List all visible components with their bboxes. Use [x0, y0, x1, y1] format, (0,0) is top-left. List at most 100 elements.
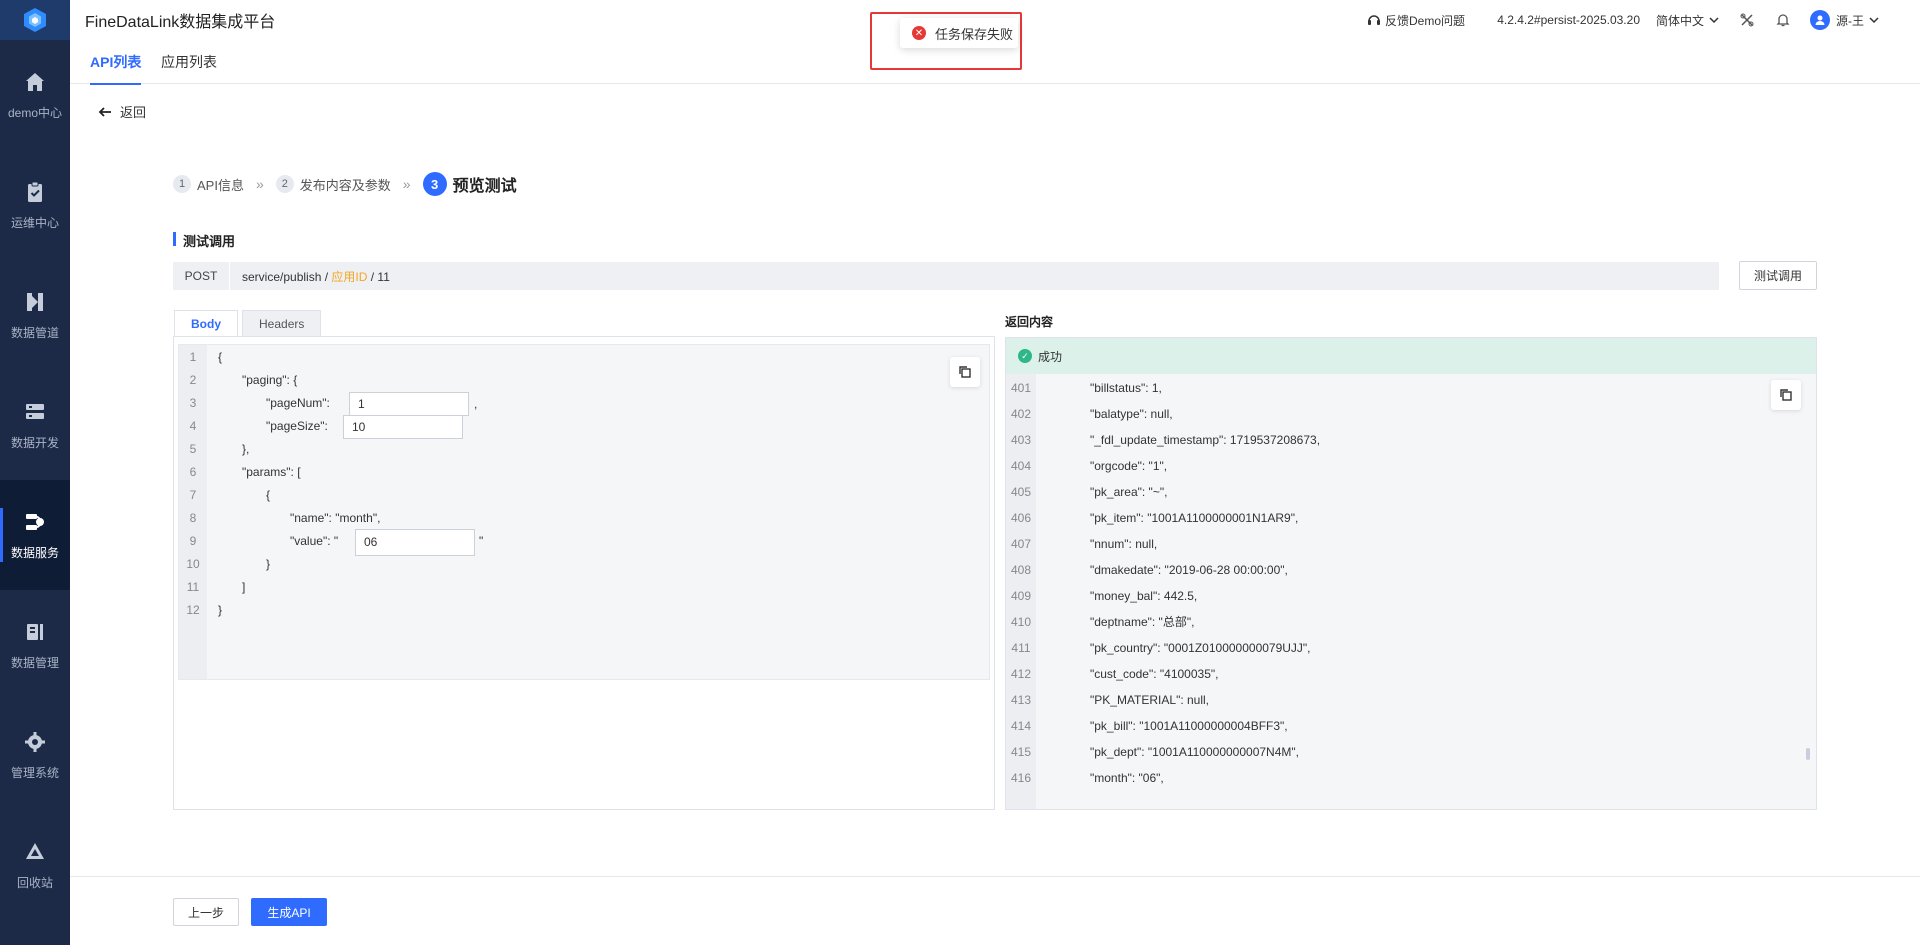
check-circle-icon: ✓	[1018, 349, 1032, 363]
code-line: 407 "nnum": null,	[1006, 531, 1816, 557]
line-number: 11	[186, 579, 200, 594]
step-indicator: 1 API信息 » 2 发布内容及参数 » 3 预览测试	[173, 172, 517, 196]
line-number: 3	[189, 395, 197, 410]
back-button[interactable]: 返回	[98, 102, 146, 121]
bell-icon[interactable]	[1773, 10, 1793, 30]
request-url: service/publish / 应用ID / 11	[230, 268, 390, 285]
line-number: 409	[1010, 589, 1032, 603]
step-number: 3	[422, 172, 447, 196]
tab-body[interactable]: Body	[174, 310, 238, 336]
sidebar-item-recycle[interactable]: 回收站	[0, 810, 70, 920]
url-suffix: / 11	[370, 269, 390, 284]
tab-app-list[interactable]: 应用列表	[161, 40, 217, 84]
sidebar-item-data-dev[interactable]: 数据开发	[0, 370, 70, 480]
line-number: 415	[1010, 745, 1032, 759]
code-text: "params": [	[242, 464, 301, 479]
sidebar-item-label: 数据开发	[10, 435, 59, 450]
user-name: 源-王	[1836, 13, 1864, 28]
avatar	[1810, 10, 1830, 30]
code-text: "orgcode": "1",	[1090, 459, 1168, 473]
sidebar-item-data-manage[interactable]: 数据管理	[0, 590, 70, 700]
page-num-input[interactable]: 1	[349, 392, 469, 416]
clipboard-check-icon	[23, 180, 47, 204]
tab-headers[interactable]: Headers	[242, 310, 322, 336]
app-logo[interactable]	[0, 0, 70, 40]
prev-step-button[interactable]: 上一步	[173, 898, 239, 926]
code-text: "pk_country": "0001Z010000000079UJJ",	[1090, 641, 1311, 655]
chevron-down-icon	[1709, 17, 1719, 24]
sidebar-item-data-service[interactable]: 数据服务	[0, 480, 70, 590]
response-code-view[interactable]: 401 "billstatus": 1, 402 "balatype": null,…	[1006, 374, 1816, 809]
line-number: 405	[1010, 485, 1032, 499]
generate-api-button[interactable]: 生成API	[251, 898, 327, 926]
response-status-bar: ✓ 成功	[1006, 338, 1816, 374]
url-prefix: service/publish /	[242, 269, 329, 284]
code-text: },	[242, 441, 250, 456]
code-line: 409 "money_bal": 442.5,	[1006, 583, 1816, 609]
step-api-info[interactable]: 1 API信息	[173, 175, 244, 194]
step-number: 1	[173, 175, 191, 193]
sidebar-item-system[interactable]: 管理系统	[0, 700, 70, 810]
copy-icon	[1780, 389, 1792, 401]
tab-api-list[interactable]: API列表	[90, 40, 142, 85]
user-menu[interactable]: 源-王	[1810, 10, 1880, 30]
line-number: 413	[1010, 693, 1032, 707]
sidebar-item-label: 运维中心	[10, 215, 59, 230]
sidebar-item-label: 数据管理	[10, 655, 59, 670]
error-icon: ✕	[912, 26, 926, 40]
code-line: 402 "balatype": null,	[1006, 401, 1816, 427]
sidebar-item-label: 回收站	[16, 875, 53, 890]
step-publish-params[interactable]: 2 发布内容及参数	[275, 175, 391, 194]
server-icon	[23, 400, 47, 424]
feedback-label: 反馈Demo问题	[1384, 13, 1465, 28]
body-editor: 1 { 2 "paging": { 3 "pageNum": 1 , 4 "pa…	[178, 344, 990, 680]
logo-icon	[24, 8, 46, 32]
main-tabs: API列表 应用列表	[70, 40, 1920, 85]
code-line: 406 "pk_item": "1001A1100000001N1AR9",	[1006, 505, 1816, 531]
sidebar-item-label: demo中心	[7, 105, 63, 120]
line-number: 1	[189, 349, 197, 364]
code-text: ]	[242, 579, 246, 594]
page-size-input[interactable]: 10	[343, 415, 463, 439]
code-text: }	[266, 556, 271, 571]
back-label: 返回	[120, 105, 147, 120]
code-text: "pk_dept": "1001A110000000007N4M",	[1090, 745, 1299, 759]
code-line: 415 "pk_dept": "1001A110000000007N4M",	[1006, 739, 1816, 765]
code-text: "cust_code": "4100035",	[1090, 667, 1219, 681]
sidebar-item-ops-center[interactable]: 运维中心	[0, 150, 70, 260]
quote-text: "	[479, 534, 484, 548]
code-text: "balatype": null,	[1090, 407, 1173, 421]
code-line: 411 "pk_country": "0001Z010000000079UJJ",	[1006, 635, 1816, 661]
line-number: 410	[1010, 615, 1032, 629]
copy-response-button[interactable]	[1771, 380, 1801, 410]
response-title: 返回内容	[1005, 315, 1054, 329]
code-text: "deptname": "总部",	[1090, 615, 1195, 629]
step-label: 发布内容及参数	[299, 177, 391, 193]
code-text: "name": "month",	[290, 510, 381, 525]
line-number: 411	[1011, 641, 1031, 655]
url-app-id: 应用ID	[331, 269, 368, 284]
sidebar-item-data-pipeline[interactable]: 数据管道	[0, 260, 70, 370]
code-text: "pageNum":	[266, 395, 330, 410]
code-text: }	[218, 602, 223, 617]
month-value-input[interactable]: 06	[355, 529, 475, 556]
test-call-button[interactable]: 测试调用	[1739, 261, 1817, 290]
code-text: "money_bal": 442.5,	[1090, 589, 1198, 603]
line-number: 4	[189, 418, 197, 433]
sidebar-item-demo-center[interactable]: demo中心	[0, 40, 70, 150]
code-line: 401 "billstatus": 1,	[1006, 375, 1816, 401]
sidebar: demo中心 运维中心 数据管道 数据开发 数据服务 数据管理 管理系统 回收站	[0, 0, 70, 945]
code-text: "month": "06",	[1090, 771, 1164, 785]
scrollbar-thumb[interactable]	[1806, 748, 1810, 760]
step-preview-test[interactable]: 3 预览测试	[422, 172, 517, 196]
copy-body-button[interactable]	[950, 357, 980, 387]
code-line: 408 "dmakedate": "2019-06-28 00:00:00",	[1006, 557, 1816, 583]
user-icon	[1815, 15, 1825, 25]
line-number: 8	[189, 510, 197, 525]
arrow-left-icon	[98, 106, 111, 117]
line-number: 408	[1010, 563, 1032, 577]
tools-icon[interactable]	[1737, 10, 1757, 30]
language-select[interactable]: 简体中文	[1656, 12, 1720, 29]
chevron-down-icon	[1869, 17, 1879, 24]
feedback-link[interactable]: 反馈Demo问题	[1367, 12, 1465, 29]
